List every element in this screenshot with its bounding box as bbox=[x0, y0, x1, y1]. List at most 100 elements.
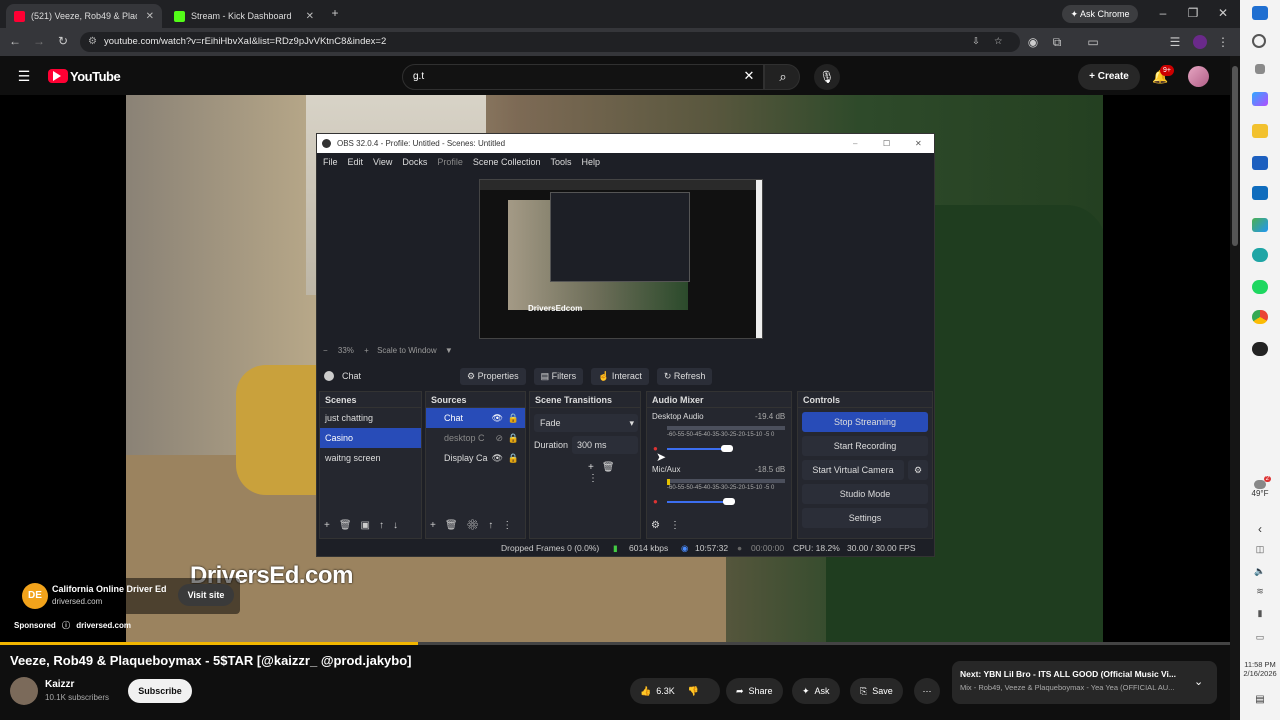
scenes-toolbar[interactable]: +🗑▣↑↓ bbox=[324, 520, 407, 531]
minimize-icon[interactable]: – bbox=[1156, 6, 1170, 20]
windows-start-icon[interactable] bbox=[1252, 6, 1268, 20]
stop-streaming-button[interactable]: Stop Streaming bbox=[802, 412, 928, 432]
clear-search-icon[interactable]: ✕ bbox=[742, 68, 756, 84]
volume-slider[interactable] bbox=[667, 501, 729, 503]
menu-tools[interactable]: Tools bbox=[550, 153, 571, 171]
duration-input[interactable]: 300 ms bbox=[572, 436, 638, 454]
refresh-button[interactable]: ↻ Refresh bbox=[656, 367, 713, 385]
interact-button[interactable]: ☝ Interact bbox=[591, 367, 649, 385]
profile-avatar[interactable] bbox=[1193, 35, 1207, 49]
menu-edit[interactable]: Edit bbox=[348, 153, 364, 171]
close-tab-icon[interactable]: ✕ bbox=[146, 11, 154, 22]
wifi-icon[interactable]: ≋ bbox=[1252, 586, 1268, 597]
keyboard-icon[interactable]: ▭ bbox=[1252, 632, 1268, 643]
source-item-display[interactable]: Display Ca 👁 🔒 bbox=[426, 448, 525, 468]
volume-slider-handle[interactable] bbox=[723, 498, 735, 505]
virtual-camera-settings-icon[interactable]: ⚙ bbox=[908, 460, 928, 480]
chevron-left-icon[interactable]: ‹ bbox=[1252, 522, 1268, 536]
cast-icon[interactable]: ▭ bbox=[1086, 35, 1100, 49]
close-tab-icon[interactable]: ✕ bbox=[306, 11, 314, 22]
source-item-desktop[interactable]: desktop C ⊘ 🔒 bbox=[426, 428, 525, 448]
battery-icon[interactable]: ▮ bbox=[1252, 608, 1268, 619]
sources-toolbar[interactable]: +🗑⚙↑⋮ bbox=[430, 520, 521, 531]
file-explorer-icon[interactable] bbox=[1252, 124, 1268, 138]
sponsored-domain[interactable]: driversed.com bbox=[76, 621, 131, 630]
tray-icon[interactable]: ◫ bbox=[1252, 544, 1268, 555]
mute-icon[interactable]: ● bbox=[653, 497, 658, 506]
lock-icon[interactable]: 🔒 bbox=[508, 408, 519, 428]
mixer-toolbar[interactable]: ⚙⋮ bbox=[651, 520, 690, 531]
reading-list-icon[interactable]: ☰ bbox=[1168, 35, 1182, 49]
menu-view[interactable]: View bbox=[373, 153, 392, 171]
start-virtual-camera-button[interactable]: Start Virtual Camera bbox=[802, 460, 904, 480]
restore-icon[interactable]: ❐ bbox=[1186, 6, 1200, 20]
channel-name[interactable]: Kaizzr bbox=[45, 679, 74, 690]
forward-icon[interactable]: → bbox=[32, 34, 46, 48]
up-next-card[interactable]: Next: YBN Lil Bro - ITS ALL GOOD (Offici… bbox=[952, 661, 1217, 704]
teams-icon[interactable] bbox=[1252, 218, 1268, 232]
subscribe-button[interactable]: Subscribe bbox=[128, 679, 192, 703]
close-window-icon[interactable]: ✕ bbox=[1216, 6, 1230, 20]
menu-file[interactable]: File bbox=[323, 153, 338, 171]
install-icon[interactable]: ⇩ bbox=[972, 32, 980, 52]
scene-item[interactable]: just chatting bbox=[320, 408, 421, 428]
obs-close-icon[interactable]: ✕ bbox=[915, 134, 922, 153]
spotify-icon[interactable] bbox=[1252, 280, 1268, 294]
weather-widget[interactable]: 2 49°F bbox=[1248, 476, 1272, 498]
task-view-icon[interactable] bbox=[1255, 64, 1265, 74]
obs-minimize-icon[interactable]: – bbox=[853, 134, 857, 153]
chevron-down-icon[interactable]: ▼ bbox=[445, 346, 453, 355]
transition-select[interactable]: Fade ▾ bbox=[534, 414, 638, 432]
save-button[interactable]: ⎘ Save bbox=[850, 678, 903, 704]
edge-icon[interactable] bbox=[1252, 248, 1268, 262]
page-scrollbar[interactable] bbox=[1230, 56, 1240, 720]
volume-icon[interactable]: 🔈 bbox=[1252, 566, 1268, 577]
share-button[interactable]: ➦ Share bbox=[726, 678, 783, 704]
chrome-icon[interactable] bbox=[1252, 310, 1268, 324]
start-recording-button[interactable]: Start Recording bbox=[802, 436, 928, 456]
search-icon[interactable] bbox=[1252, 34, 1266, 48]
ask-chrome-button[interactable]: ✦ Ask Chrome bbox=[1062, 5, 1138, 23]
studio-mode-button[interactable]: Studio Mode bbox=[802, 484, 928, 504]
obs-icon[interactable] bbox=[1252, 342, 1268, 356]
extension-icon[interactable]: ◉ bbox=[1026, 35, 1040, 49]
like-button[interactable]: 👍 6.3K 👎 bbox=[630, 678, 720, 704]
ad-card[interactable]: DE California Online Driver Ed driversed… bbox=[14, 578, 240, 614]
menu-scene-collection[interactable]: Scene Collection bbox=[473, 153, 541, 171]
properties-button[interactable]: ⚙ Properties bbox=[460, 367, 526, 385]
mail-icon[interactable] bbox=[1252, 186, 1268, 200]
search-input[interactable]: g.t bbox=[402, 64, 764, 90]
more-actions-icon[interactable]: ⋯ bbox=[914, 678, 940, 704]
volume-slider-handle[interactable] bbox=[721, 445, 733, 452]
eye-hidden-icon[interactable]: ⊘ bbox=[495, 428, 503, 448]
tab-youtube[interactable]: (521) Veeze, Rob49 & Plaqueb ✕ bbox=[6, 4, 162, 28]
menu-help[interactable]: Help bbox=[581, 153, 600, 171]
voice-search-button[interactable]: 🎙 bbox=[814, 64, 840, 90]
lock-icon[interactable]: 🔒 bbox=[508, 428, 519, 448]
address-bar[interactable]: ⚙ youtube.com/watch?v=rEihiHbvXaI&list=R… bbox=[80, 32, 1020, 52]
eye-icon[interactable]: 👁 bbox=[492, 408, 503, 428]
lock-icon[interactable]: 🔒 bbox=[508, 448, 519, 468]
channel-avatar[interactable] bbox=[10, 677, 38, 705]
account-avatar[interactable] bbox=[1188, 66, 1209, 87]
extensions-puzzle-icon[interactable]: ⧉ bbox=[1050, 35, 1064, 50]
tab-kick[interactable]: Stream - Kick Dashboard ✕ bbox=[166, 4, 322, 28]
site-info-icon[interactable]: ⚙ bbox=[88, 32, 97, 52]
volume-slider[interactable] bbox=[667, 448, 727, 450]
bookmark-star-icon[interactable]: ☆ bbox=[994, 32, 1003, 52]
visit-site-button[interactable]: Visit site bbox=[178, 584, 234, 606]
info-icon[interactable]: ⓘ bbox=[62, 621, 70, 630]
youtube-wordmark[interactable]: YouTube bbox=[70, 69, 121, 84]
zoom-in-icon[interactable]: + bbox=[364, 346, 369, 355]
notification-center-icon[interactable]: ▤ bbox=[1252, 694, 1268, 705]
source-item-chat[interactable]: Chat 👁 🔒 bbox=[426, 408, 525, 428]
new-tab-icon[interactable]: + bbox=[328, 6, 342, 20]
scene-item-selected[interactable]: Casino bbox=[320, 428, 421, 448]
obs-maximize-icon[interactable]: ☐ bbox=[883, 134, 890, 153]
chevron-down-icon[interactable]: ⌄ bbox=[1194, 675, 1203, 688]
scene-item[interactable]: waitng screen bbox=[320, 448, 421, 468]
video-progress-bar[interactable] bbox=[0, 642, 1230, 645]
scrollbar-thumb[interactable] bbox=[1232, 66, 1238, 246]
search-button[interactable]: ⌕ bbox=[764, 64, 800, 90]
menu-docks[interactable]: Docks bbox=[402, 153, 427, 171]
